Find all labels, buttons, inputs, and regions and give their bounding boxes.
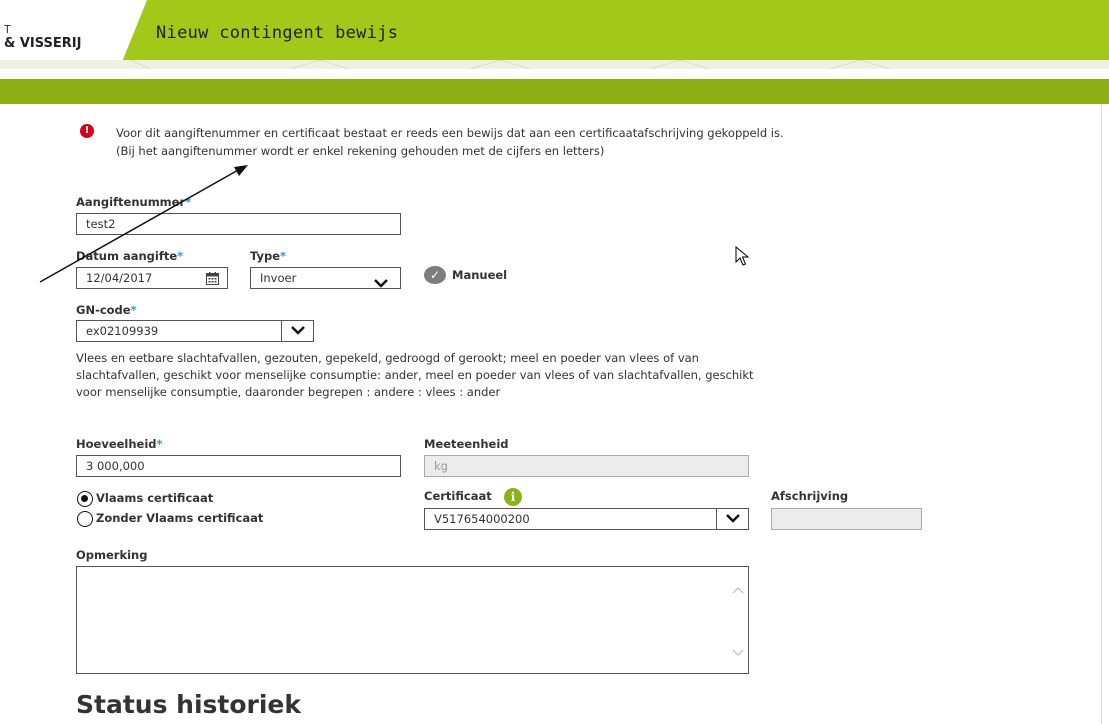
header-gap (0, 69, 1109, 79)
alert-message: Voor dit aangiftenummer en certificaat b… (116, 124, 784, 160)
logo-text: & VISSERIJ (4, 36, 82, 51)
nav-band (0, 79, 1109, 104)
gn-code-label-text: GN-code (76, 303, 131, 317)
required-mark: * (156, 437, 163, 451)
opmerking-label: Opmerking (76, 548, 148, 562)
hoeveelheid-value: 3 000,000 (86, 459, 145, 473)
alert-line-2: (Bij het aangiftenummer wordt er enkel r… (116, 144, 605, 158)
gn-code-dropdown-button[interactable] (281, 321, 313, 341)
gn-code-select[interactable]: ex02109939 (76, 320, 314, 342)
type-label: Type* (250, 249, 286, 263)
header-subline (0, 60, 1109, 69)
meeteenheid-input: kg (424, 455, 749, 477)
datum-label: Datum aangifte* (76, 249, 183, 263)
aangiftenummer-label-text: Aangiftenummer (76, 195, 186, 209)
scroll-up-icon[interactable] (732, 579, 744, 598)
hoeveelheid-label: Hoeveelheid* (76, 437, 163, 451)
zonder-vlaams-certificaat-label[interactable]: Zonder Vlaams certificaat (96, 511, 263, 525)
right-border (1101, 104, 1102, 724)
vlaams-certificaat-label[interactable]: Vlaams certificaat (96, 491, 213, 505)
certificaat-label: Certificaat (424, 489, 492, 503)
error-icon: ! (80, 124, 94, 138)
afschrijving-input (771, 508, 922, 530)
manueel-label: Manueel (452, 268, 508, 282)
gn-code-value: ex02109939 (86, 324, 159, 338)
required-mark: * (130, 303, 137, 317)
logo[interactable]: T & VISSERIJ (0, 0, 147, 62)
certificaat-value: V517654000200 (434, 512, 530, 526)
type-select[interactable]: Invoer (250, 267, 401, 289)
chevron-down-icon (290, 321, 305, 341)
aangiftenummer-label: Aangiftenummer* (76, 195, 191, 209)
gn-code-description: Vlees en eetbare slachtafvallen, gezoute… (76, 351, 754, 399)
radio-zonder-vlaams-certificaat[interactable] (77, 511, 93, 527)
chevron-down-icon[interactable] (374, 274, 388, 294)
type-value: Invoer (260, 271, 297, 285)
page-title: Nieuw contingent bewijs (156, 23, 399, 43)
certificaat-dropdown-button[interactable] (716, 509, 748, 529)
calendar-icon[interactable] (206, 271, 219, 291)
hoeveelheid-input[interactable]: 3 000,000 (76, 455, 401, 477)
datum-input[interactable]: 12/04/2017 (76, 267, 228, 289)
aangiftenummer-value: test2 (86, 217, 116, 231)
gn-code-label: GN-code* (76, 303, 137, 317)
required-mark: * (185, 195, 192, 209)
hoeveelheid-label-text: Hoeveelheid (76, 437, 157, 451)
meeteenheid-label: Meeteenheid (424, 437, 509, 451)
alert-line-1: Voor dit aangiftenummer en certificaat b… (116, 126, 784, 140)
mouse-cursor-icon (735, 245, 751, 272)
radio-vlaams-certificaat[interactable] (77, 491, 93, 507)
aangiftenummer-input[interactable]: test2 (76, 213, 401, 235)
meeteenheid-value: kg (434, 459, 448, 473)
afschrijving-label: Afschrijving (771, 489, 849, 503)
datum-value: 12/04/2017 (86, 271, 153, 285)
logo-top-text: T (4, 23, 11, 36)
datum-label-text: Datum aangifte (76, 249, 178, 263)
status-historiek-heading: Status historiek (76, 690, 302, 719)
scroll-down-icon[interactable] (732, 642, 744, 661)
chevron-down-icon (725, 509, 740, 529)
type-label-text: Type (250, 249, 281, 263)
required-mark: * (177, 249, 184, 263)
check-circle-icon[interactable]: ✓ (424, 266, 446, 284)
opmerking-textarea[interactable] (76, 566, 749, 674)
info-icon[interactable]: i (504, 488, 522, 506)
certificaat-select[interactable]: V517654000200 (424, 508, 749, 530)
required-mark: * (280, 249, 287, 263)
